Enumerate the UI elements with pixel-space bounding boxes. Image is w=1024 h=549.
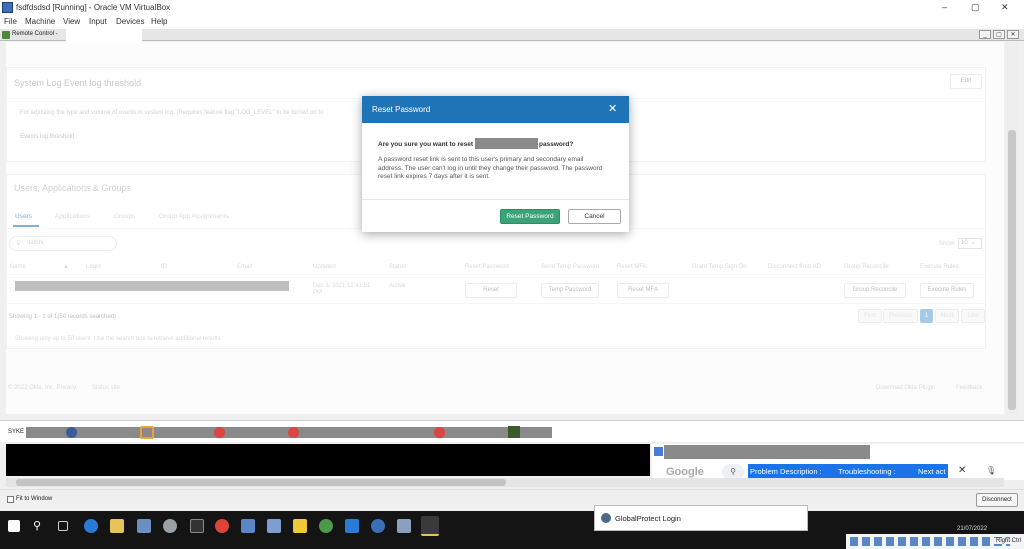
- client-status-row: Fit to Window Disconnect: [0, 489, 1024, 511]
- virtualbox-status-tray: Right Ctrl: [846, 534, 1024, 549]
- chrome-tab-problem[interactable]: Problem Description :: [750, 467, 822, 476]
- dialog-body: A password reset link is sent to this us…: [378, 156, 603, 180]
- app-icon[interactable]: [397, 519, 411, 533]
- reset-password-dialog: Reset Password ✕ Are you sure you want t…: [362, 96, 629, 232]
- app-icon[interactable]: [319, 519, 333, 533]
- divider: [362, 199, 629, 200]
- chrome-tab-troubleshooting[interactable]: Troubleshooting :: [838, 467, 896, 476]
- sykes-label: SYKE: [8, 429, 25, 435]
- app-icon[interactable]: [137, 519, 151, 533]
- app-icon[interactable]: [508, 426, 520, 438]
- virtualbox-icon: [2, 2, 13, 13]
- task-view-icon[interactable]: [58, 521, 68, 531]
- menu-file[interactable]: File: [4, 17, 17, 26]
- settings-icon[interactable]: [163, 519, 177, 533]
- google-logo: Google: [666, 466, 704, 478]
- globalprotect-label: GlobalProtect Login: [615, 514, 681, 523]
- folder-icon[interactable]: [293, 519, 307, 533]
- close-icon[interactable]: ✕: [958, 465, 966, 476]
- menu-input[interactable]: Input: [89, 17, 107, 26]
- edge-icon[interactable]: [84, 519, 98, 533]
- search-icon[interactable]: ⚲: [33, 519, 47, 533]
- minimize-button[interactable]: –: [942, 2, 947, 12]
- remote-black-pane: [6, 444, 650, 476]
- chrome-icon[interactable]: [288, 427, 299, 438]
- remote-taskbar: SYKE: [0, 420, 1024, 442]
- chrome-icon[interactable]: [215, 519, 229, 533]
- rc-minimize-button[interactable]: _: [979, 30, 991, 39]
- scrollbar-thumb[interactable]: [1008, 130, 1016, 410]
- chrome-icon[interactable]: [434, 427, 445, 438]
- terminal-icon[interactable]: [190, 519, 204, 533]
- window-titlebar: fsdfdsdsd [Running] - Oracle VM VirtualB…: [0, 0, 1024, 16]
- app-icon: [654, 447, 663, 456]
- horizontal-scrollbar-thumb[interactable]: [16, 479, 506, 486]
- window-title: fsdfdsdsd [Running] - Oracle VM VirtualB…: [16, 3, 171, 12]
- dialog-title: Reset Password: [372, 105, 431, 114]
- maximize-button[interactable]: ▢: [971, 2, 980, 13]
- dialog-question-end: password?: [539, 141, 574, 148]
- chrome-tab-next[interactable]: Next act: [918, 467, 946, 476]
- vscode-icon[interactable]: [345, 519, 359, 533]
- app-icon[interactable]: [66, 427, 77, 438]
- reset-password-button[interactable]: Reset Password: [500, 209, 560, 224]
- fit-to-window-checkbox[interactable]: [7, 496, 14, 503]
- microphone-icon[interactable]: 🎙: [986, 466, 996, 475]
- app-icon-active[interactable]: [421, 516, 439, 536]
- globalprotect-popup[interactable]: GlobalProtect Login: [594, 505, 808, 531]
- chrome-icon[interactable]: [214, 427, 225, 438]
- redacted-chrome-title: [664, 445, 870, 459]
- windows-start-icon[interactable]: [8, 520, 20, 532]
- dialog-header: Reset Password ✕: [362, 96, 629, 123]
- clock-date: 21/07/2022: [957, 526, 988, 532]
- close-button[interactable]: ✕: [1001, 2, 1009, 13]
- rc-restore-button[interactable]: ▢: [993, 30, 1005, 39]
- menu-machine[interactable]: Machine: [25, 17, 55, 26]
- app-icon[interactable]: [140, 426, 154, 439]
- redacted-username: [475, 138, 538, 149]
- dialog-question: Are you sure you want to reset: [378, 141, 473, 148]
- app-icon[interactable]: [371, 519, 385, 533]
- rc-close-button[interactable]: ✕: [1007, 30, 1019, 39]
- menu-help[interactable]: Help: [151, 17, 167, 26]
- host-key-label: Right Ctrl: [994, 538, 1022, 544]
- menu-view[interactable]: View: [63, 17, 80, 26]
- globe-icon: [601, 513, 611, 523]
- chrome-window: Google ⚲ Problem Description : Troublesh…: [652, 444, 1024, 480]
- file-explorer-icon[interactable]: [110, 519, 124, 533]
- app-icon[interactable]: [267, 519, 281, 533]
- menu-devices[interactable]: Devices: [116, 17, 144, 26]
- status-indicators: [850, 537, 1010, 546]
- remote-control-bar: Remote Control -: [0, 29, 1024, 41]
- remote-control-label: Remote Control -: [12, 31, 58, 37]
- menu-bar: File Machine View Input Devices Help: [0, 16, 1024, 29]
- cancel-button[interactable]: Cancel: [568, 209, 621, 224]
- disconnect-button[interactable]: Disconnect: [976, 493, 1018, 507]
- remote-control-icon: [2, 31, 10, 39]
- app-icon[interactable]: [241, 519, 255, 533]
- close-icon[interactable]: ✕: [608, 102, 617, 115]
- fit-to-window-label: Fit to Window: [16, 496, 53, 502]
